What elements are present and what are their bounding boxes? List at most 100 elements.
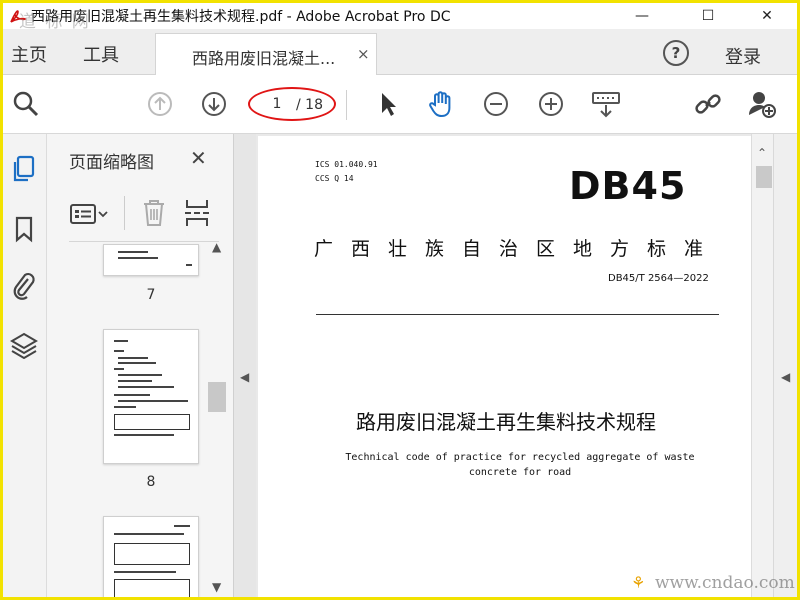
thumb-table: [114, 414, 190, 430]
hand-icon: [429, 91, 451, 118]
pages-icon: [13, 155, 35, 182]
thumbnail-toolbar: [69, 186, 219, 242]
paperclip-icon: [13, 272, 35, 300]
insert-page-icon: [185, 200, 209, 226]
maximize-icon: ☐: [701, 8, 715, 24]
minimize-icon: —: [635, 8, 649, 24]
scroll-up-icon[interactable]: ⌃: [757, 146, 767, 160]
zoom-out-button[interactable]: [481, 89, 511, 119]
navigation-pane: [3, 134, 47, 597]
list-options-icon: [70, 204, 108, 224]
attachments-button[interactable]: [9, 270, 39, 300]
panel-close-button[interactable]: ✕: [190, 146, 207, 170]
document-scroll-thumb[interactable]: [756, 166, 772, 188]
app-window: 西路用废旧混凝土再生集料技术规程.pdf - Adobe Acrobat Pro…: [0, 0, 800, 600]
panel-splitter[interactable]: ◀: [234, 134, 256, 597]
zoom-in-button[interactable]: [536, 89, 566, 119]
close-window-button[interactable]: ✕: [745, 3, 789, 29]
thumb-text-line: [114, 571, 176, 573]
expand-right-icon[interactable]: ◀: [781, 370, 790, 384]
arrow-down-circle-icon: [202, 92, 226, 116]
bookmarks-button[interactable]: [9, 214, 39, 244]
thumb-text-line: [118, 362, 156, 364]
thumb-text-line: [114, 434, 174, 436]
thumb-text-line: [118, 257, 158, 259]
right-pane-toggle[interactable]: ◀: [773, 134, 797, 597]
minimize-button[interactable]: —: [620, 3, 664, 29]
thumbnail-page-number: 8: [146, 474, 156, 490]
login-button[interactable]: 登录: [725, 43, 761, 69]
thumb-text-line: [118, 380, 152, 382]
thumb-table: [114, 579, 190, 597]
thumbnail-scroll-thumb[interactable]: [208, 382, 226, 412]
ccs-code: CCS Q 14: [315, 174, 354, 183]
select-tool-button[interactable]: [373, 89, 403, 119]
thumb-text-line: [118, 386, 174, 388]
tab-home[interactable]: 主页: [11, 41, 47, 67]
site-watermark: www.cndao.com: [655, 573, 795, 593]
thumb-text-line: [114, 394, 150, 396]
collapse-left-icon[interactable]: ◀: [240, 370, 249, 384]
title-divider: [316, 314, 719, 315]
page-thumbnail[interactable]: [103, 329, 199, 464]
document-title-english: Technical code of practice for recycled …: [345, 452, 695, 478]
close-icon: ✕: [761, 8, 773, 24]
delete-page-button[interactable]: [141, 198, 167, 232]
thumb-text-line: [118, 400, 188, 402]
hand-tool-button[interactable]: [427, 89, 457, 119]
zoom-button[interactable]: [11, 89, 41, 119]
layers-button[interactable]: [9, 330, 39, 360]
next-page-button[interactable]: [199, 89, 229, 119]
thumb-text-line: [118, 357, 148, 359]
thumb-text-line: [114, 406, 136, 408]
trash-icon: [144, 200, 164, 226]
maximize-button[interactable]: ☐: [686, 3, 730, 29]
document-title-chinese: 路用废旧混凝土再生集料技术规程: [356, 410, 656, 434]
tab-tools[interactable]: 工具: [83, 41, 119, 67]
scroll-up-icon[interactable]: ▲: [212, 240, 221, 254]
thumb-text-line: [174, 525, 190, 527]
tab-document-label: 西路用废旧混凝土...: [192, 49, 336, 68]
add-user-button[interactable]: [747, 89, 777, 119]
divider: [124, 196, 125, 230]
page-thumbnails-button[interactable]: [9, 154, 39, 184]
insert-page-button[interactable]: [183, 198, 211, 232]
thumbnail-options-button[interactable]: [69, 200, 109, 228]
plus-circle-icon: [539, 92, 563, 116]
scroll-mode-button[interactable]: [591, 89, 621, 119]
thumb-text-line: [114, 350, 124, 352]
page-total-label: / 18: [296, 97, 323, 113]
scroll-down-icon[interactable]: ▼: [212, 580, 221, 594]
standard-number: DB45/T 2564—2022: [608, 273, 709, 284]
keyboard-down-icon: [592, 92, 620, 118]
prev-page-button[interactable]: [145, 89, 175, 119]
help-button[interactable]: ?: [663, 40, 689, 66]
layers-icon: [10, 332, 38, 359]
thumbnails-panel: 页面缩略图 ✕ 7 8 ▲ ▼: [47, 134, 234, 597]
ics-code: ICS 01.040.91: [315, 160, 378, 169]
thumbnail-page-number: 7: [146, 287, 156, 303]
standard-category: 广西壮族自治区地方标准: [314, 238, 722, 260]
thumb-text-line: [186, 264, 192, 266]
title-bar: 西路用废旧混凝土再生集料技术规程.pdf - Adobe Acrobat Pro…: [3, 3, 797, 32]
thumb-text-line: [114, 340, 128, 342]
toolbar: 1 / 18: [3, 76, 797, 134]
minus-circle-icon: [484, 92, 508, 116]
document-scrollbar[interactable]: ⌃: [751, 134, 773, 597]
magnifier-icon: [13, 91, 39, 117]
share-link-button[interactable]: [693, 89, 723, 119]
thumbnail-scrollbar[interactable]: ▲ ▼: [208, 240, 228, 597]
tab-bar: 主页 工具 西路用废旧混凝土... × ? 登录: [3, 29, 797, 75]
page-number-input[interactable]: 1: [259, 96, 295, 116]
toolbar-divider: [346, 90, 347, 120]
add-user-icon: [749, 92, 776, 118]
link-icon: [695, 94, 721, 114]
page-thumbnail[interactable]: [103, 516, 199, 597]
thumb-text-line: [114, 533, 184, 535]
tab-close-button[interactable]: ×: [357, 45, 370, 63]
tab-document[interactable]: 西路用废旧混凝土... ×: [155, 33, 377, 75]
bookmark-icon: [15, 216, 33, 243]
page-thumbnail[interactable]: [103, 244, 199, 276]
document-view: ICS 01.040.91 CCS Q 14 DB45 广西壮族自治区地方标准 …: [256, 134, 771, 597]
thumb-table: [114, 543, 190, 565]
